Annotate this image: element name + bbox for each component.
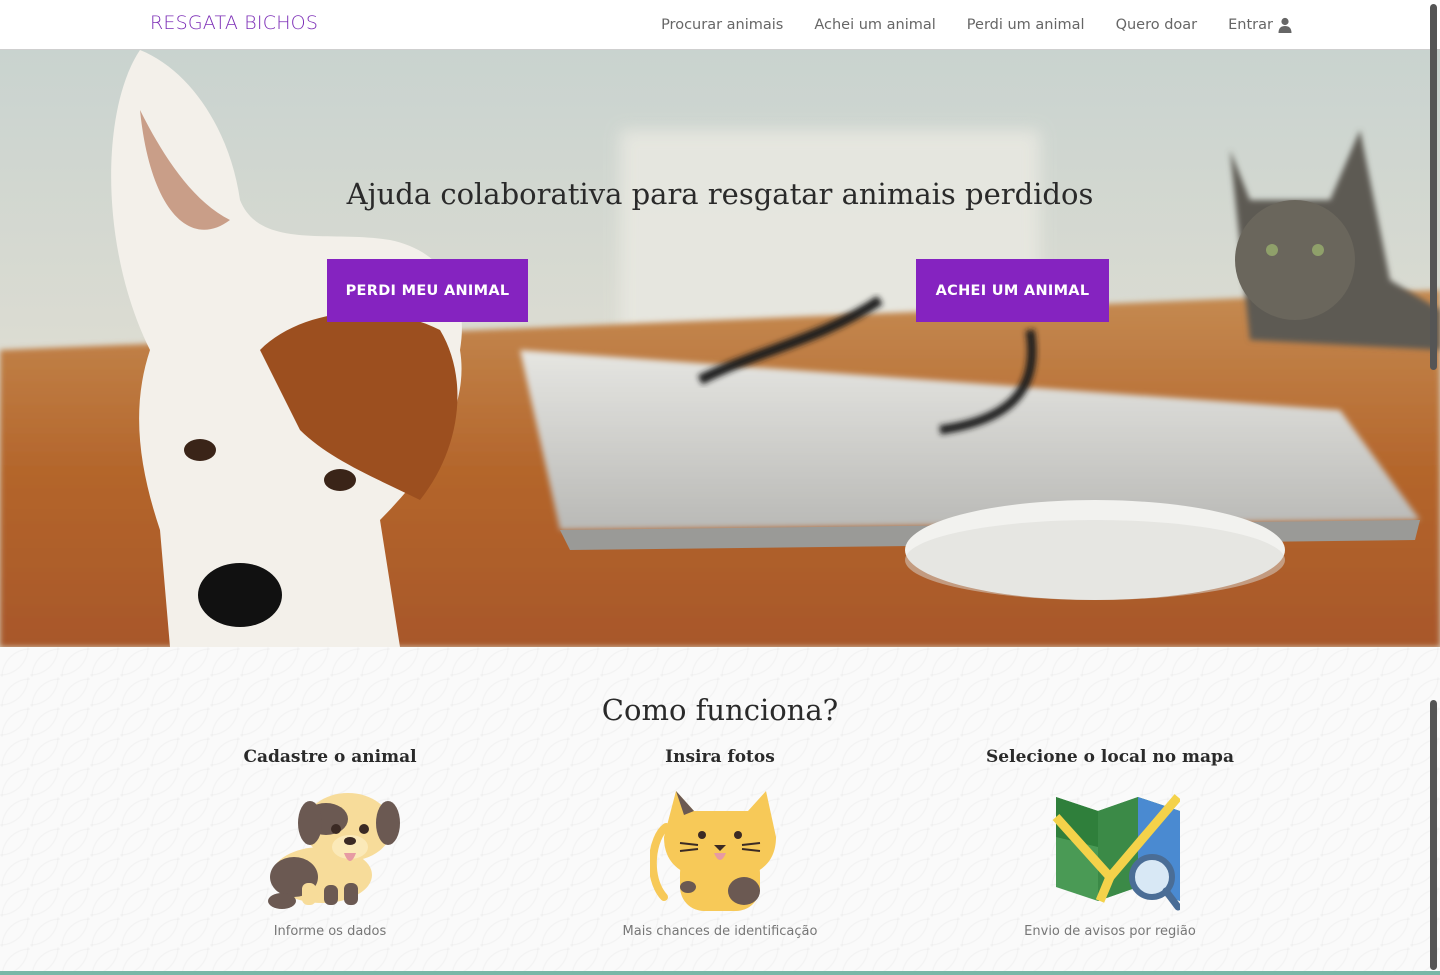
scrollbar[interactable]: [1428, 0, 1440, 975]
bottom-accent-line: [0, 971, 1440, 975]
hero-background-photo: [0, 50, 1440, 647]
dog-illustration-icon: [268, 793, 400, 909]
how-it-works-title: Como funciona?: [601, 693, 839, 727]
achei-um-animal-button[interactable]: ACHEI UM ANIMAL: [916, 259, 1109, 322]
brand-logo[interactable]: RESGATA BICHOS: [150, 12, 318, 34]
navbar: RESGATA BICHOS Procurar animais Achei um…: [0, 0, 1440, 50]
step-heading: Cadastre o animal: [243, 747, 417, 767]
nav-achei-um-animal[interactable]: Achei um animal: [814, 17, 935, 33]
step-caption: Informe os dados: [273, 924, 387, 939]
perdi-meu-animal-button[interactable]: PERDI MEU ANIMAL: [327, 259, 528, 322]
hero-title: Ajuda colaborativa para resgatar animais…: [346, 177, 1094, 211]
step-caption: Envio de avisos por região: [1024, 924, 1196, 939]
how-it-works-section: Como funciona? Cadastre o animal Informe…: [0, 647, 1440, 975]
cat-illustration-icon: [650, 791, 776, 911]
step-heading: Insira fotos: [665, 747, 775, 767]
nav-perdi-um-animal[interactable]: Perdi um animal: [967, 17, 1085, 33]
step-caption: Mais chances de identificação: [622, 924, 818, 939]
nav-entrar[interactable]: Entrar: [1228, 17, 1292, 33]
scrollbar-thumb-secondary[interactable]: [1430, 700, 1437, 970]
scrollbar-thumb[interactable]: [1430, 4, 1437, 370]
hero-section: Ajuda colaborativa para resgatar animais…: [0, 50, 1440, 647]
user-icon: [1278, 17, 1292, 33]
map-search-illustration-icon: [1052, 794, 1180, 911]
step-heading: Selecione o local no mapa: [986, 747, 1234, 767]
nav-entrar-label: Entrar: [1228, 16, 1273, 33]
nav-links: Procurar animais Achei um animal Perdi u…: [661, 0, 1292, 49]
step-fotos: Insira fotos Mais chances de identificaç…: [570, 747, 870, 939]
step-mapa: Selecione o local no mapa Envio de aviso…: [960, 747, 1260, 939]
nav-procurar-animais[interactable]: Procurar animais: [661, 17, 783, 33]
step-cadastre: Cadastre o animal Informe os dados: [180, 747, 480, 939]
nav-quero-doar[interactable]: Quero doar: [1116, 17, 1198, 33]
